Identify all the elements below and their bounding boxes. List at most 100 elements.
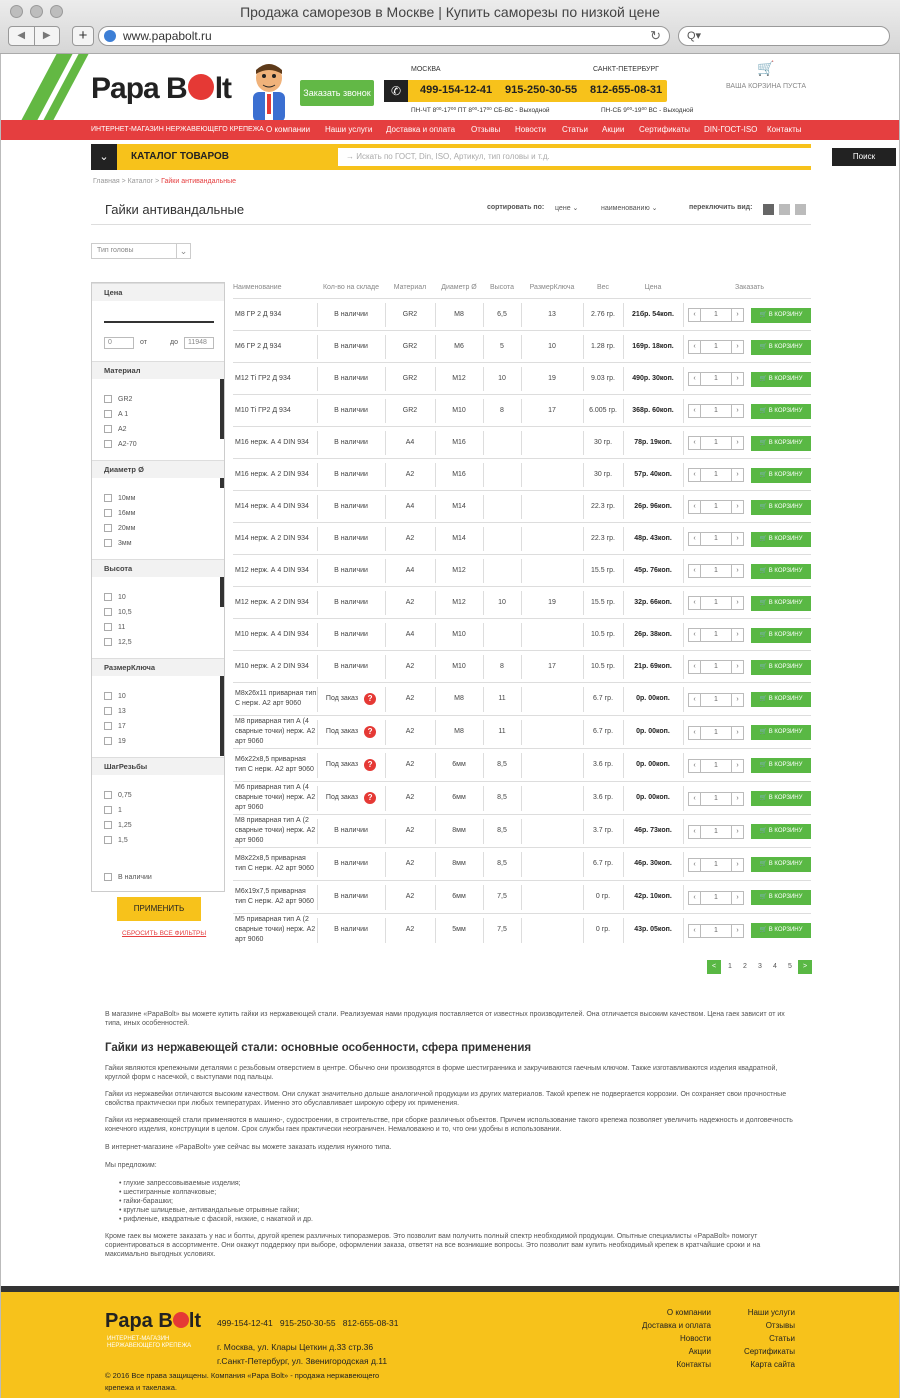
add-to-cart-button[interactable]: 🛒 В КОРЗИНУ bbox=[751, 467, 811, 483]
checkbox[interactable] bbox=[104, 395, 112, 403]
decrement-icon[interactable]: ‹ bbox=[689, 309, 701, 321]
footer-link[interactable]: Новости bbox=[680, 1334, 711, 1343]
increment-icon[interactable]: › bbox=[731, 726, 743, 739]
grid-view-icon[interactable] bbox=[795, 204, 806, 215]
increment-icon[interactable]: › bbox=[731, 405, 743, 417]
site-logo[interactable]: Papa B lt bbox=[91, 72, 232, 106]
decrement-icon[interactable]: ‹ bbox=[689, 405, 701, 417]
filter-option[interactable]: 3мм bbox=[104, 539, 132, 547]
question-icon[interactable]: ? bbox=[364, 693, 377, 705]
quantity-stepper[interactable]: ‹ 1 › bbox=[688, 660, 744, 674]
menu-item-certificates[interactable]: Сертификаты bbox=[639, 120, 690, 140]
footer-link[interactable]: Акции bbox=[689, 1347, 711, 1356]
quantity-value[interactable]: 1 bbox=[701, 793, 731, 805]
page-link[interactable]: 2 bbox=[738, 960, 752, 974]
add-to-cart-button[interactable]: 🛒 В КОРЗИНУ bbox=[751, 307, 811, 323]
decrement-icon[interactable]: ‹ bbox=[689, 469, 701, 481]
filter-option[interactable]: 0,75 bbox=[104, 791, 132, 799]
checkbox[interactable] bbox=[104, 791, 112, 799]
filter-option[interactable]: 19 bbox=[104, 737, 126, 745]
footer-link[interactable]: Сертификаты bbox=[744, 1347, 795, 1356]
decrement-icon[interactable]: ‹ bbox=[689, 629, 701, 641]
add-to-cart-button[interactable]: 🛒 В КОРЗИНУ bbox=[751, 371, 811, 387]
decrement-icon[interactable]: ‹ bbox=[689, 726, 701, 739]
add-to-cart-button[interactable]: 🛒 В КОРЗИНУ bbox=[751, 563, 811, 579]
pagination-next[interactable]: > bbox=[798, 960, 812, 974]
quantity-value[interactable]: 1 bbox=[701, 597, 731, 609]
address-bar[interactable]: www.papabolt.ru ↻ bbox=[98, 26, 670, 46]
pagination-prev[interactable]: < bbox=[707, 960, 721, 974]
phone-2[interactable]: 915-250-30-55 bbox=[505, 84, 577, 96]
add-to-cart-button[interactable]: 🛒 В КОРЗИНУ bbox=[751, 758, 811, 773]
checkbox[interactable] bbox=[104, 873, 112, 881]
footer-link[interactable]: Наши услуги bbox=[748, 1308, 795, 1317]
add-to-cart-button[interactable]: 🛒 В КОРЗИНУ bbox=[751, 890, 811, 905]
filter-option[interactable]: 16мм bbox=[104, 509, 135, 517]
reset-filters-link[interactable]: СБРОСИТЬ ВСЕ ФИЛЬТРЫ bbox=[122, 930, 206, 937]
head-type-select[interactable]: Тип головы ⌄ bbox=[91, 243, 191, 259]
quantity-stepper[interactable]: ‹ 1 › bbox=[688, 436, 744, 450]
quantity-stepper[interactable]: ‹ 1 › bbox=[688, 596, 744, 610]
decrement-icon[interactable]: ‹ bbox=[689, 693, 701, 706]
decrement-icon[interactable]: ‹ bbox=[689, 437, 701, 449]
quantity-value[interactable]: 1 bbox=[701, 727, 731, 739]
sort-by-price[interactable]: цене ⌄ bbox=[555, 204, 578, 212]
catalog-title[interactable]: КАТАЛОГ ТОВАРОВ bbox=[131, 144, 229, 170]
menu-item-articles[interactable]: Статьи bbox=[562, 120, 588, 140]
decrement-icon[interactable]: ‹ bbox=[689, 565, 701, 577]
add-to-cart-button[interactable]: 🛒 В КОРЗИНУ bbox=[751, 531, 811, 547]
decrement-icon[interactable]: ‹ bbox=[689, 759, 701, 772]
quantity-value[interactable]: 1 bbox=[701, 565, 731, 577]
increment-icon[interactable]: › bbox=[731, 924, 743, 937]
price-to-input[interactable]: 11948 bbox=[184, 337, 214, 349]
new-tab-button[interactable]: + bbox=[72, 26, 94, 46]
quantity-stepper[interactable]: ‹ 1 › bbox=[688, 500, 744, 514]
increment-icon[interactable]: › bbox=[731, 469, 743, 481]
add-to-cart-button[interactable]: 🛒 В КОРЗИНУ bbox=[751, 339, 811, 355]
add-to-cart-button[interactable]: 🛒 В КОРЗИНУ bbox=[751, 923, 811, 938]
forward-arrow-icon[interactable]: ▶ bbox=[35, 27, 60, 45]
request-call-button[interactable]: Заказать звонок bbox=[300, 80, 374, 106]
menu-item-din-gost[interactable]: DIN-ГОСТ-ISO bbox=[704, 120, 757, 140]
decrement-icon[interactable]: ‹ bbox=[689, 533, 701, 545]
quantity-value[interactable]: 1 bbox=[701, 469, 731, 481]
quantity-stepper[interactable]: ‹ 1 › bbox=[688, 791, 744, 806]
checkbox[interactable] bbox=[104, 410, 112, 418]
price-from-input[interactable]: 0 bbox=[104, 337, 134, 349]
checkbox[interactable] bbox=[104, 707, 112, 715]
quantity-value[interactable]: 1 bbox=[701, 925, 731, 937]
menu-item-contacts[interactable]: Контакты bbox=[767, 120, 802, 140]
decrement-icon[interactable]: ‹ bbox=[689, 501, 701, 513]
checkbox[interactable] bbox=[104, 722, 112, 730]
quantity-stepper[interactable]: ‹ 1 › bbox=[688, 824, 744, 839]
checkbox[interactable] bbox=[104, 821, 112, 829]
page-link[interactable]: 4 bbox=[768, 960, 782, 974]
increment-icon[interactable]: › bbox=[731, 501, 743, 513]
checkbox[interactable] bbox=[104, 608, 112, 616]
filter-option[interactable]: 10мм bbox=[104, 494, 135, 502]
increment-icon[interactable]: › bbox=[731, 341, 743, 353]
footer-link[interactable]: Карта сайта bbox=[750, 1360, 795, 1369]
add-to-cart-button[interactable]: 🛒 В КОРЗИНУ bbox=[751, 435, 811, 451]
menu-item-news[interactable]: Новости bbox=[515, 120, 546, 140]
question-icon[interactable]: ? bbox=[364, 792, 377, 804]
increment-icon[interactable]: › bbox=[731, 693, 743, 706]
reload-icon[interactable]: ↻ bbox=[650, 27, 661, 45]
quantity-stepper[interactable]: ‹ 1 › bbox=[688, 372, 744, 386]
add-to-cart-button[interactable]: 🛒 В КОРЗИНУ bbox=[751, 595, 811, 611]
quantity-stepper[interactable]: ‹ 1 › bbox=[688, 923, 744, 938]
back-arrow-icon[interactable]: ◀ bbox=[9, 27, 35, 45]
add-to-cart-button[interactable]: 🛒 В КОРЗИНУ bbox=[751, 659, 811, 675]
question-icon[interactable]: ? bbox=[364, 759, 377, 771]
filter-option[interactable]: 1 bbox=[104, 806, 122, 814]
decrement-icon[interactable]: ‹ bbox=[689, 825, 701, 838]
checkbox[interactable] bbox=[104, 494, 112, 502]
menu-item-promos[interactable]: Акции bbox=[602, 120, 624, 140]
increment-icon[interactable]: › bbox=[731, 597, 743, 609]
quantity-value[interactable]: 1 bbox=[701, 373, 731, 385]
quantity-stepper[interactable]: ‹ 1 › bbox=[688, 692, 744, 707]
checkbox[interactable] bbox=[104, 539, 112, 547]
decrement-icon[interactable]: ‹ bbox=[689, 792, 701, 805]
quantity-stepper[interactable]: ‹ 1 › bbox=[688, 340, 744, 354]
phone-1[interactable]: 499-154-12-41 bbox=[420, 84, 492, 96]
